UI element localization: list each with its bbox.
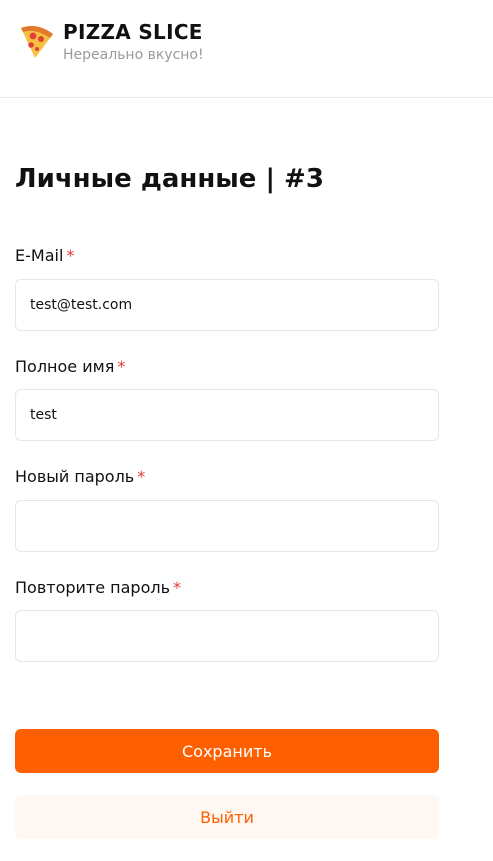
required-mark: * [137, 467, 146, 486]
logout-button[interactable]: Выйти [15, 795, 439, 839]
full-name-field[interactable] [15, 389, 439, 441]
site-header: PIZZA SLICE Нереально вкусно! [0, 0, 493, 98]
new-password-label: Новый пароль * [15, 467, 145, 487]
repeat-password-label: Повторите пароль * [15, 578, 181, 598]
email-field[interactable] [15, 279, 439, 331]
full-name-label-text: Полное имя [15, 357, 115, 376]
required-mark: * [117, 357, 126, 376]
pizza-slice-icon[interactable] [15, 20, 55, 60]
email-label: E-Mail * [15, 246, 74, 266]
new-password-label-text: Новый пароль [15, 467, 135, 486]
full-name-label: Полное имя * [15, 357, 125, 377]
page-title: Личные данные | #3 [15, 164, 324, 194]
save-button[interactable]: Сохранить [15, 729, 439, 773]
repeat-password-field[interactable] [15, 610, 439, 662]
new-password-field[interactable] [15, 500, 439, 552]
brand-name: PIZZA SLICE [63, 20, 203, 44]
brand-tagline: Нереально вкусно! [63, 47, 204, 63]
email-label-text: E-Mail [15, 246, 64, 265]
required-mark: * [173, 578, 182, 597]
required-mark: * [66, 246, 75, 265]
repeat-password-label-text: Повторите пароль [15, 578, 171, 597]
